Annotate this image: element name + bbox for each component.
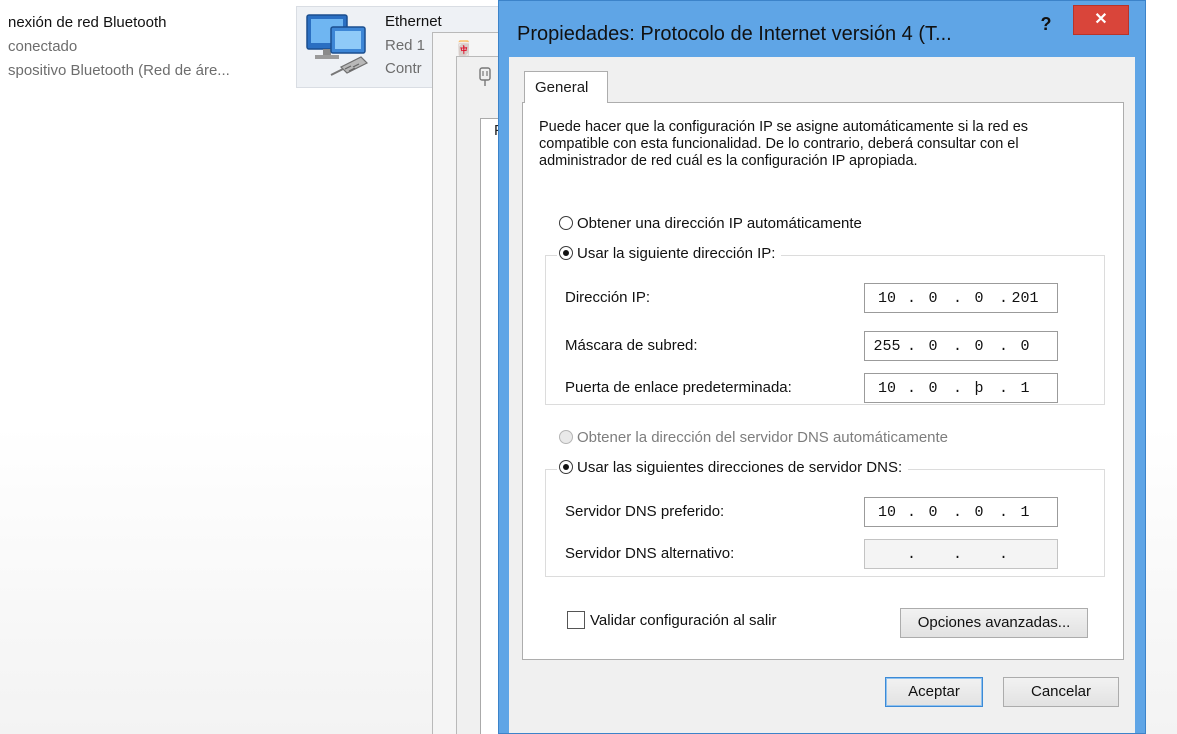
close-button[interactable]: ✕: [1073, 5, 1129, 35]
octet-separator: .: [999, 290, 1009, 307]
alternate-dns-input[interactable]: . . .: [864, 539, 1058, 569]
advanced-options-button[interactable]: Opciones avanzadas...: [900, 608, 1088, 638]
preferred-dns-input[interactable]: 10 . 0 . 0 . 1: [864, 497, 1058, 527]
desktop: nexión de red Bluetooth conectado sposit…: [0, 0, 1177, 734]
general-tab-panel: Puede hacer que la configuración IP se a…: [522, 102, 1124, 660]
octet-separator: .: [907, 380, 917, 397]
ethernet-connection-controller: Contr: [385, 60, 422, 77]
dns-auto-radio[interactable]: [559, 430, 573, 444]
ok-button[interactable]: Aceptar: [885, 677, 983, 707]
ip-address-octet-2: 0: [928, 290, 938, 307]
cancel-button[interactable]: Cancelar: [1003, 677, 1119, 707]
gateway-octet-2: 0: [928, 380, 938, 397]
ip-manual-radio-row[interactable]: Usar la siguiente dirección IP:: [557, 245, 782, 262]
help-button[interactable]: ?: [1033, 11, 1059, 37]
octet-separator: .: [953, 546, 963, 563]
octet-separator: .: [907, 546, 917, 563]
subnet-mask-label: Máscara de subred:: [565, 337, 698, 354]
subnet-mask-input[interactable]: 255 . 0 . 0 . 0: [864, 331, 1058, 361]
validate-checkbox[interactable]: [567, 611, 585, 629]
preferred-dns-label: Servidor DNS preferido:: [565, 503, 725, 520]
network-plug-icon-2: [479, 67, 491, 86]
bluetooth-connection-device: spositivo Bluetooth (Red de áre...: [8, 62, 230, 79]
preferred-dns-octet-3: 0: [974, 504, 984, 521]
ip-manual-radio[interactable]: [559, 246, 573, 260]
ip-address-octet-4: 201: [1011, 290, 1039, 307]
gateway-label: Puerta de enlace predeterminada:: [565, 379, 792, 396]
octet-separator: .: [953, 380, 963, 397]
octet-separator: .: [953, 338, 963, 355]
tab-general[interactable]: General: [524, 71, 608, 103]
subnet-mask-octet-4: 0: [1020, 338, 1030, 355]
dns-manual-radio-row[interactable]: Usar las siguientes direcciones de servi…: [557, 459, 909, 476]
ip-description-text: Puede hacer que la configuración IP se a…: [539, 119, 1029, 169]
octet-separator: .: [999, 546, 1009, 563]
subnet-mask-octet-2: 0: [928, 338, 938, 355]
dns-manual-label: Usar las siguientes direcciones de servi…: [577, 459, 903, 476]
ipv4-properties-dialog: Propiedades: Protocolo de Internet versi…: [498, 0, 1146, 734]
ip-manual-label: Usar la siguiente dirección IP:: [577, 245, 776, 262]
octet-separator: .: [907, 338, 917, 355]
dns-auto-label: Obtener la dirección del servidor DNS au…: [577, 429, 949, 446]
ethernet-connection-network: Red 1: [385, 37, 426, 54]
validate-checkbox-row[interactable]: Validar configuración al salir: [567, 611, 776, 629]
ip-auto-radio[interactable]: [559, 216, 573, 230]
bluetooth-connection-status: conectado: [8, 38, 78, 55]
octet-separator: .: [999, 338, 1009, 355]
dns-auto-radio-row[interactable]: Obtener la dirección del servidor DNS au…: [559, 429, 948, 446]
dialog-titlebar[interactable]: Propiedades: Protocolo de Internet versi…: [499, 1, 1145, 57]
ip-address-label: Dirección IP:: [565, 289, 651, 306]
network-adapter-icon: [306, 14, 369, 76]
subnet-mask-octet-3: 0: [974, 338, 984, 355]
gateway-input[interactable]: 10 . 0 . þ . 1: [864, 373, 1058, 403]
dialog-client-area: General Puede hacer que la configuración…: [509, 57, 1135, 733]
validate-label: Validar configuración al salir: [590, 612, 777, 629]
ip-auto-radio-row[interactable]: Obtener una dirección IP automáticamente: [559, 215, 862, 232]
alternate-dns-label: Servidor DNS alternativo:: [565, 545, 735, 562]
subnet-mask-octet-1: 255: [873, 338, 901, 355]
bluetooth-connection-title: nexión de red Bluetooth: [8, 14, 167, 31]
octet-separator: .: [907, 504, 917, 521]
octet-separator: .: [953, 290, 963, 307]
network-plug-icon: 🀄: [455, 40, 473, 56]
preferred-dns-octet-1: 10: [877, 504, 896, 521]
ip-address-octet-3: 0: [974, 290, 984, 307]
gateway-octet-1: 10: [877, 380, 896, 397]
preferred-dns-octet-4: 1: [1020, 504, 1030, 521]
ip-address-input[interactable]: 10 . 0 . 0 . 201: [864, 283, 1058, 313]
octet-separator: .: [953, 504, 963, 521]
gateway-octet-3: þ: [974, 380, 984, 397]
ethernet-connection-title: Ethernet: [385, 13, 442, 30]
preferred-dns-octet-2: 0: [928, 504, 938, 521]
octet-separator: .: [999, 504, 1009, 521]
ip-auto-label: Obtener una dirección IP automáticamente: [577, 215, 862, 232]
dns-manual-radio[interactable]: [559, 460, 573, 474]
octet-separator: .: [907, 290, 917, 307]
dialog-title: Propiedades: Protocolo de Internet versi…: [517, 23, 952, 45]
octet-separator: .: [999, 380, 1009, 397]
bluetooth-connection-item[interactable]: nexión de red Bluetooth conectado sposit…: [0, 6, 290, 86]
gateway-octet-4: 1: [1020, 380, 1030, 397]
ip-address-octet-1: 10: [877, 290, 896, 307]
